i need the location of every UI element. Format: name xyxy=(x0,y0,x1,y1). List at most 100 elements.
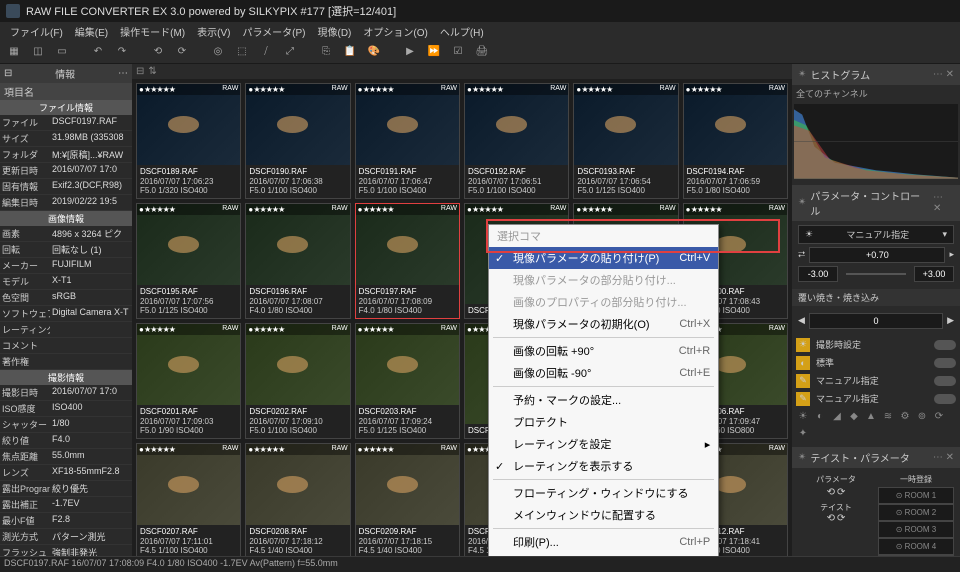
thumbnail[interactable]: ● ★★★★★RAWDSCF0203.RAF2016/07/07 17:09:2… xyxy=(355,323,460,439)
panel-opts-icon[interactable]: ⋯ ✕ xyxy=(933,69,954,80)
gear-icon[interactable]: ✴ xyxy=(798,197,806,208)
thumbnail[interactable]: ● ★★★★★RAWDSCF0208.RAF2016/07/07 17:18:1… xyxy=(245,443,350,556)
thumbnail[interactable]: ● ★★★★★RAWDSCF0197.RAF2016/07/07 17:08:0… xyxy=(355,203,460,319)
histogram-channel-label[interactable]: 全てのチャンネル xyxy=(792,85,960,102)
ctx-item[interactable]: メインウィンドウに配置する xyxy=(489,504,718,526)
left-info-panel: ⊟ 情報 ⋯ 項目名 ファイル情報ファイルDSCF0197.RAFサイズ31.9… xyxy=(0,64,132,556)
tool-copy-icon[interactable]: ⎘ xyxy=(316,42,336,62)
ctx-item[interactable]: 現像パラメータの初期化(O)Ctrl+X xyxy=(489,313,718,335)
mode-row[interactable]: ◐標準 xyxy=(792,354,960,372)
ctx-item[interactable]: フローティング・ウィンドウにする xyxy=(489,482,718,504)
ctx-item[interactable]: 画像の回転 +90°Ctrl+R xyxy=(489,340,718,362)
dev-icon[interactable]: ⚙ xyxy=(898,410,912,424)
ev-icon: ⮂ xyxy=(798,249,805,260)
tool-picker-icon[interactable]: ⤢ xyxy=(280,42,300,62)
menu-mode[interactable]: 操作モード(M) xyxy=(114,22,191,41)
ctx-item[interactable]: プロテクト xyxy=(489,411,718,433)
thumbnail[interactable]: ● ★★★★★RAWDSCF0192.RAF2016/07/07 17:06:5… xyxy=(464,83,569,199)
grid-sort-icon[interactable]: ⇅ xyxy=(148,66,156,77)
color-icon[interactable]: ◆ xyxy=(847,410,861,424)
thumbnail[interactable]: ● ★★★★★RAWDSCF0191.RAF2016/07/07 17:06:4… xyxy=(355,83,460,199)
mode-row[interactable]: ✎マニュアル指定 xyxy=(792,390,960,408)
menu-help[interactable]: ヘルプ(H) xyxy=(434,22,490,41)
tool-undo-icon[interactable]: ↶ xyxy=(88,42,108,62)
ev-value[interactable]: +0.70 xyxy=(809,247,945,263)
taste2-cw-icon[interactable]: ⟳ xyxy=(837,513,845,524)
tool-check-icon[interactable]: ☑ xyxy=(448,42,468,62)
param-mode-dropdown[interactable]: ☀マニュアル指定▾ xyxy=(798,225,954,244)
tool-preview-icon[interactable]: ▭ xyxy=(52,42,72,62)
menu-param[interactable]: パラメータ(P) xyxy=(236,22,311,41)
tool-develop-icon[interactable]: ▶ xyxy=(400,42,420,62)
lens-icon[interactable]: ⊚ xyxy=(915,410,929,424)
grid-toggle-icon[interactable]: ⊟ xyxy=(136,66,144,77)
tool-target-icon[interactable]: ◎ xyxy=(208,42,228,62)
effect-icon[interactable]: ✦ xyxy=(796,427,810,441)
ctx-item[interactable]: レーティングを設定▸ xyxy=(489,433,718,455)
thumbnail[interactable]: ● ★★★★★RAWDSCF0193.RAF2016/07/07 17:06:5… xyxy=(573,83,678,199)
prop-row: 撮影日時2016/07/07 17:0 xyxy=(0,385,132,401)
tool-level-icon[interactable]: ⧸ xyxy=(256,42,276,62)
menu-view[interactable]: 表示(V) xyxy=(191,22,236,41)
tool-palette-icon[interactable]: 🎨 xyxy=(364,42,384,62)
taste2-ccw-icon[interactable]: ⟲ xyxy=(827,513,835,524)
tool-redo-icon[interactable]: ↷ xyxy=(112,42,132,62)
ctx-item[interactable]: 選択コマの一括リネーム... xyxy=(489,553,718,556)
sharp-icon[interactable]: ▲ xyxy=(864,410,878,424)
taste-room-button[interactable]: ⊙ ROOM 4 xyxy=(878,538,954,555)
menu-option[interactable]: オプション(O) xyxy=(357,22,433,41)
taste-room-button[interactable]: ⊙ ROOM 2 xyxy=(878,504,954,521)
tool-print-icon[interactable]: 🖨 xyxy=(472,42,492,62)
nr-icon[interactable]: ≋ xyxy=(881,410,895,424)
thumbnail[interactable]: ● ★★★★★RAWDSCF0194.RAF2016/07/07 17:06:5… xyxy=(683,83,788,199)
gear-icon[interactable]: ✴ xyxy=(798,69,806,80)
taste-room-button[interactable]: ⊙ ROOM 3 xyxy=(878,521,954,538)
panel-opts-icon[interactable]: ⋯ ✕ xyxy=(933,192,954,214)
thumbnail[interactable]: ● ★★★★★RAWDSCF0196.RAF2016/07/07 17:08:0… xyxy=(245,203,350,319)
thumbnail[interactable]: ● ★★★★★RAWDSCF0209.RAF2016/07/07 17:18:1… xyxy=(355,443,460,556)
mode-row[interactable]: ☀撮影時設定 xyxy=(792,336,960,354)
tool-combo-icon[interactable]: ◫ xyxy=(28,42,48,62)
tool-crop-icon[interactable]: ⬚ xyxy=(232,42,252,62)
menu-develop[interactable]: 現像(D) xyxy=(312,22,358,41)
prop-row: 回転回転なし (1) xyxy=(0,242,132,258)
prop-row: フォルダM:¥[原稿]...¥RAW xyxy=(0,147,132,163)
thumbnail[interactable]: ● ★★★★★RAWDSCF0190.RAF2016/07/07 17:06:3… xyxy=(245,83,350,199)
ctx-item[interactable]: 現像パラメータの貼り付け(P)Ctrl+V xyxy=(489,247,718,269)
tool-grid-icon[interactable]: ▦ xyxy=(4,42,24,62)
tool-rotate-cw-icon[interactable]: ⟳ xyxy=(172,42,192,62)
burn-value[interactable]: 0 xyxy=(809,313,943,329)
menu-file[interactable]: ファイル(F) xyxy=(4,22,69,41)
wb-icon[interactable]: ◐ xyxy=(813,410,827,424)
thumbnail[interactable]: ● ★★★★★RAWDSCF0202.RAF2016/07/07 17:09:1… xyxy=(245,323,350,439)
rotate-icon[interactable]: ⟳ xyxy=(932,410,946,424)
taste-ccw-icon[interactable]: ⟲ xyxy=(827,487,835,498)
ctx-item[interactable]: 画像の回転 -90°Ctrl+E xyxy=(489,362,718,384)
thumbnail[interactable]: ● ★★★★★RAWDSCF0189.RAF2016/07/07 17:06:2… xyxy=(136,83,241,199)
info-opts-icon[interactable]: ⋯ xyxy=(118,68,128,79)
tool-rotate-ccw-icon[interactable]: ⟲ xyxy=(148,42,168,62)
gear-icon[interactable]: ✴ xyxy=(798,452,806,463)
prop-section: ファイル情報 xyxy=(0,100,132,115)
tool-paste-icon[interactable]: 📋 xyxy=(340,42,360,62)
panel-opts-icon[interactable]: ⋯ ✕ xyxy=(933,452,954,463)
info-toggle-icon[interactable]: ⊟ xyxy=(4,68,12,79)
app-icon xyxy=(6,4,20,18)
thumbnail[interactable]: ● ★★★★★RAWDSCF0195.RAF2016/07/07 17:07:5… xyxy=(136,203,241,319)
prop-row: 絞り値F4.0 xyxy=(0,433,132,449)
exposure-icon[interactable]: ☀ xyxy=(796,410,810,424)
thumbnail[interactable]: ● ★★★★★RAWDSCF0207.RAF2016/07/07 17:11:0… xyxy=(136,443,241,556)
thumbnail[interactable]: ● ★★★★★RAWDSCF0201.RAF2016/07/07 17:09:0… xyxy=(136,323,241,439)
tool-batch-icon[interactable]: ⏩ xyxy=(424,42,444,62)
taste-latest-button[interactable]: Latest ⟳ xyxy=(878,555,954,556)
histogram-header: ヒストグラム xyxy=(810,67,870,82)
taste-room-button[interactable]: ⊙ ROOM 1 xyxy=(878,487,954,504)
ctx-item[interactable]: 印刷(P)...Ctrl+P xyxy=(489,531,718,553)
ctx-item: 現像パラメータの部分貼り付け... xyxy=(489,269,718,291)
menu-edit[interactable]: 編集(E) xyxy=(69,22,114,41)
mode-row[interactable]: ✎マニュアル指定 xyxy=(792,372,960,390)
ctx-item[interactable]: 予約・マークの設定... xyxy=(489,389,718,411)
taste-cw-icon[interactable]: ⟳ xyxy=(837,487,845,498)
ctx-item[interactable]: レーティングを表示する xyxy=(489,455,718,477)
tone-icon[interactable]: ◢ xyxy=(830,410,844,424)
